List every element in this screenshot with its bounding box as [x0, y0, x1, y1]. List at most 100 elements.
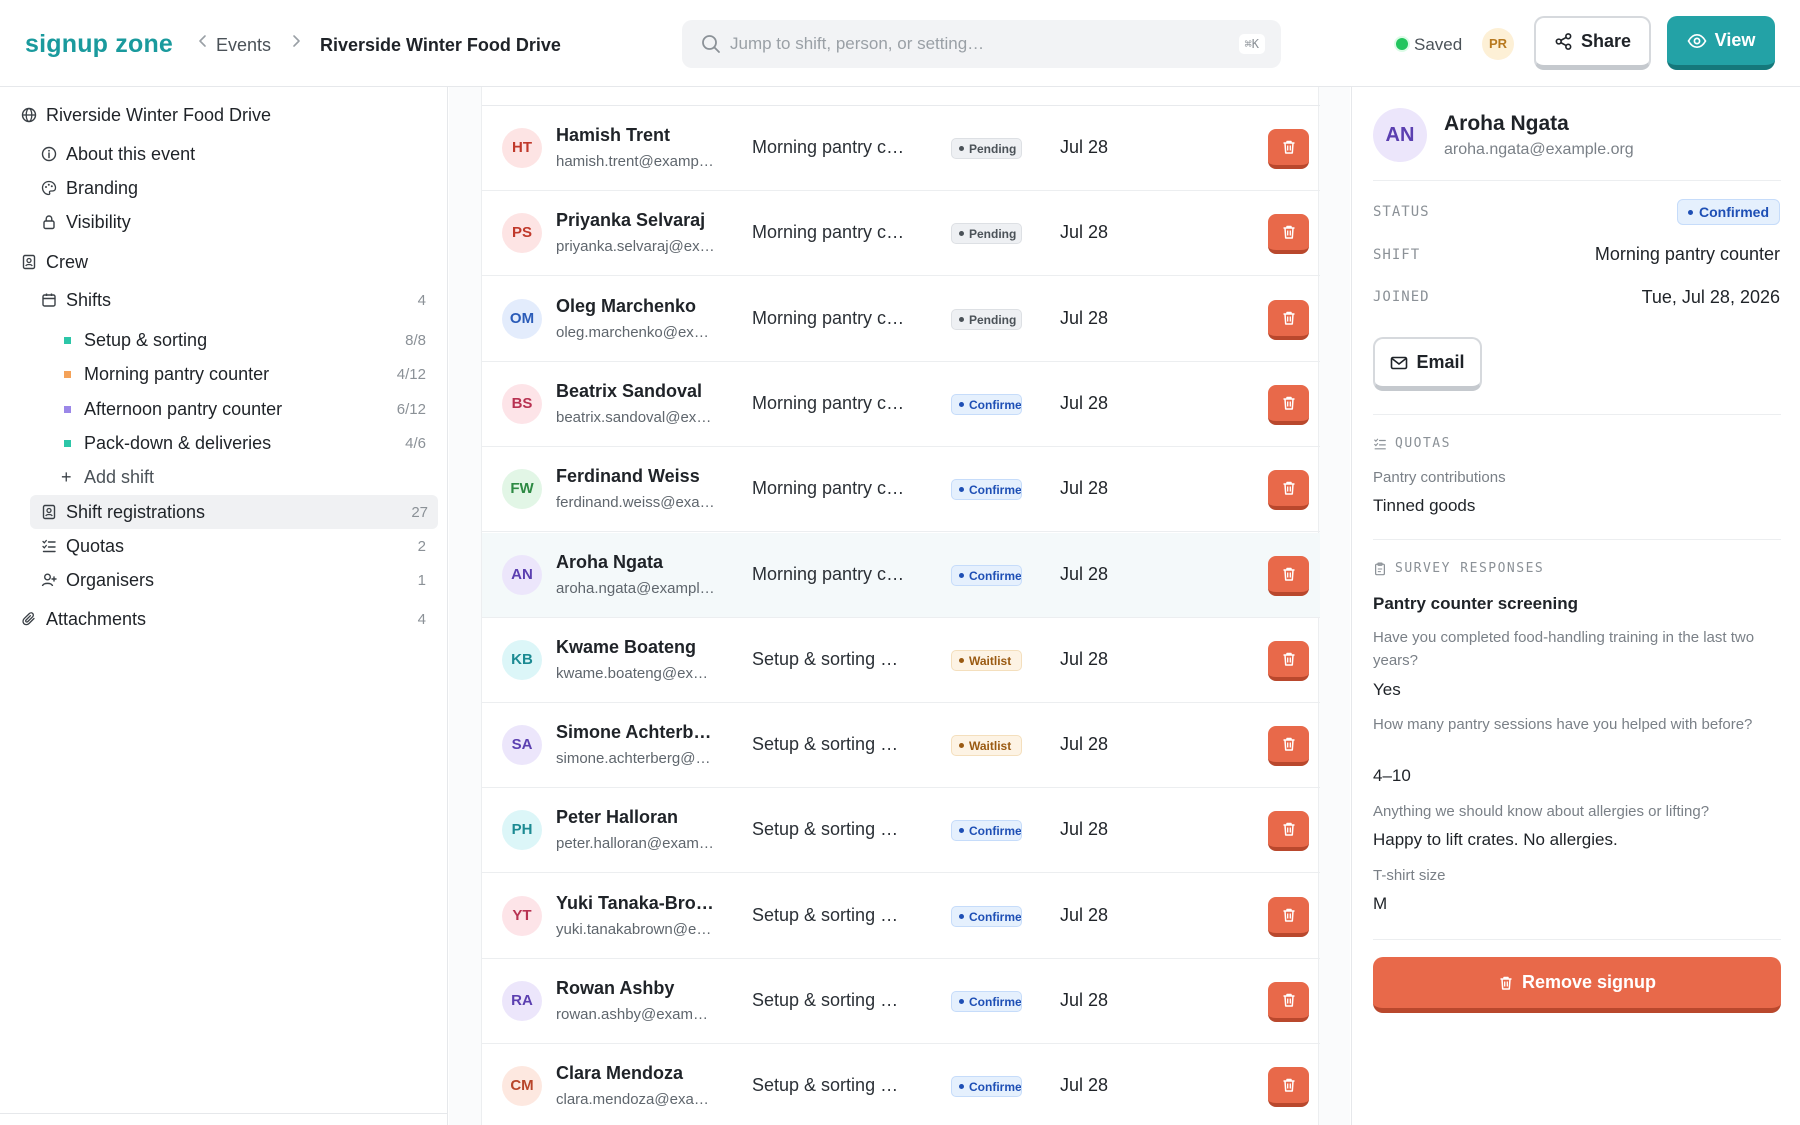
calendar-icon — [42, 293, 56, 307]
registration-date: Jul 28 — [1060, 478, 1109, 499]
delete-registration-button[interactable] — [1268, 214, 1309, 255]
sidebar-item-label: Crew — [46, 251, 89, 272]
avatar: HT — [502, 128, 542, 168]
table-row[interactable]: RA Rowan Ashby rowan.ashby@example.org Setu… — [482, 959, 1320, 1044]
table-row[interactable]: OM Oleg Marchenko oleg.marchenko@example.o… — [482, 277, 1320, 362]
add-shift-label: Add shift — [84, 466, 155, 487]
email-button[interactable]: Email — [1373, 337, 1482, 391]
detail-avatar: AN — [1373, 108, 1427, 162]
table-row[interactable]: YT Yuki Tanaka-Brown yuki.tanakabrown@exam… — [482, 874, 1320, 959]
detail-name: Aroha Ngata — [1444, 112, 1569, 135]
avatar: PS — [502, 213, 542, 254]
sidebar-item-visibility[interactable]: Visibility — [41, 205, 426, 239]
checklist-icon — [1374, 438, 1386, 449]
shift-color-swatch — [64, 370, 71, 378]
sidebar-item-count: 27 — [411, 503, 428, 521]
registrant-name: Rowan Ashby — [556, 978, 675, 998]
search-box[interactable]: ⌘K — [682, 20, 1281, 68]
detail-email[interactable]: aroha.ngata@example.org — [1444, 141, 1634, 159]
quotas-heading: QUOTAS — [1373, 436, 1451, 451]
sidebar-item-label: Shift registrations — [66, 501, 206, 522]
status-badge: Confirmed — [951, 820, 1022, 842]
table-row[interactable]: FW Ferdinand Weiss ferdinand.weiss@example… — [482, 447, 1320, 533]
delete-registration-button[interactable] — [1268, 129, 1309, 169]
delete-registration-button[interactable] — [1268, 299, 1309, 340]
breadcrumb-events[interactable]: Events — [216, 35, 271, 56]
sidebar-item-label: Setup & sorting — [84, 329, 208, 350]
view-button[interactable]: View — [1667, 16, 1775, 70]
view-button-label: View — [1714, 30, 1756, 50]
sidebar-item-shift-setup[interactable]: Setup & sorting 8/8 — [64, 323, 446, 357]
registrant-shift: Morning pantry counter — [752, 392, 912, 413]
id-badge-icon — [42, 504, 56, 520]
plus-icon: + — [61, 466, 72, 487]
sidebar-item-label: Afternoon pantry counter — [84, 398, 283, 419]
remove-signup-button[interactable]: Remove signup — [1373, 957, 1781, 1013]
sidebar-item-shift-packdown[interactable]: Pack-down & deliveries 4/6 — [64, 426, 446, 460]
registrant-shift: Setup & sorting A… — [752, 819, 902, 840]
table-row[interactable]: BS Beatrix Sandoval beatrix.sandoval@examp… — [482, 362, 1320, 447]
table-row[interactable]: HT Hamish Trent hamish.trent@example.org Mo… — [482, 106, 1320, 191]
survey-answer: 4–10 — [1373, 766, 1411, 785]
table-row[interactable]: CM Clara Mendoza clara.mendoza@example.org… — [482, 1044, 1320, 1125]
sidebar-item-crew[interactable]: Crew — [21, 245, 426, 279]
sidebar-item-shifts[interactable]: Shifts 4 — [41, 283, 446, 317]
delete-registration-button[interactable] — [1268, 896, 1309, 937]
globe-icon — [21, 107, 37, 123]
table-row[interactable]: PS Priyanka Selvaraj priyanka.selvaraj@exa… — [482, 191, 1320, 277]
delete-registration-button[interactable] — [1268, 640, 1309, 681]
search-icon — [702, 35, 720, 53]
share-icon — [1555, 33, 1572, 50]
search-input[interactable] — [730, 20, 1200, 68]
table-row[interactable]: PH Peter Halloran peter.halloran@example.o… — [482, 788, 1320, 874]
table-row[interactable]: AN Aroha Ngata aroha.ngata@example.org Morn… — [482, 532, 1320, 618]
sidebar-item-label: Attachments — [46, 608, 147, 629]
registration-date: Jul 28 — [1060, 392, 1109, 413]
registrant-shift: Morning pantry counter — [752, 563, 912, 584]
sidebar-item-quotas[interactable]: Quotas 2 — [41, 529, 446, 563]
delete-registration-button[interactable] — [1268, 726, 1309, 767]
delete-registration-button[interactable] — [1268, 555, 1309, 596]
user-avatar[interactable]: PR — [1482, 28, 1514, 60]
sidebar-item-label: About this event — [66, 143, 196, 164]
sidebar-item-shift-registrations[interactable]: Shift registrations 27 — [30, 495, 438, 529]
sidebar-item-attachments[interactable]: Attachments 4 — [21, 602, 446, 636]
sidebar-item-about[interactable]: About this event — [41, 137, 426, 171]
registrations-list[interactable]: HT Hamish Trent hamish.trent@example.org Mo… — [481, 87, 1320, 1125]
registrant-shift: Setup & sorting A… — [752, 648, 902, 669]
share-button[interactable]: Share — [1534, 16, 1651, 70]
delete-registration-button[interactable] — [1268, 982, 1309, 1022]
sidebar-item-branding[interactable]: Branding — [41, 171, 426, 205]
sidebar-item-organisers[interactable]: Organisers 1 — [41, 563, 446, 597]
divider — [1373, 539, 1781, 540]
quota-value: Tinned goods — [1373, 496, 1476, 515]
survey-answer: M — [1373, 894, 1388, 913]
sidebar-item-event[interactable]: Riverside Winter Food Drive — [21, 98, 426, 132]
table-row[interactable]: KB Kwame Boateng kwame.boateng@example.org… — [482, 618, 1320, 703]
sidebar-item-shift-morning[interactable]: Morning pantry counter 4/12 — [64, 357, 446, 391]
sidebar-item-label: Pack-down & deliveries — [84, 432, 272, 453]
add-shift-button[interactable]: + Add shift — [61, 460, 446, 494]
survey-question: How many pantry sessions have you helped… — [1373, 716, 1753, 733]
avatar: AN — [502, 554, 542, 595]
delete-registration-button[interactable] — [1268, 384, 1309, 425]
avatar: PH — [502, 810, 542, 851]
delete-registration-button[interactable] — [1268, 470, 1309, 511]
registrant-name: Peter Halloran — [556, 807, 679, 828]
registration-date: Jul 28 — [1060, 819, 1109, 840]
survey-question: T-shirt size — [1373, 867, 1446, 884]
brand-logo[interactable]: signup zone — [25, 30, 173, 59]
delete-registration-button[interactable] — [1268, 811, 1309, 852]
sidebar-item-shift-afternoon[interactable]: Afternoon pantry counter 6/12 — [64, 392, 446, 426]
delete-registration-button[interactable] — [1268, 1067, 1309, 1108]
registrant-name: Hamish Trent — [556, 125, 671, 145]
registrant-name: Aroha Ngata — [556, 551, 664, 572]
table-row[interactable]: SA Simone Achterberg simone.achterberg@exa… — [482, 703, 1320, 789]
registration-date: Jul 28 — [1060, 648, 1109, 669]
sidebar-item-label: Riverside Winter Food Drive — [46, 104, 272, 125]
sidebar-item-count: 2 — [417, 537, 426, 555]
registration-date: Jul 28 — [1060, 563, 1109, 584]
divider — [1373, 939, 1781, 940]
id-badge-icon — [22, 254, 36, 270]
sidebar-item-label: Branding — [66, 177, 139, 198]
